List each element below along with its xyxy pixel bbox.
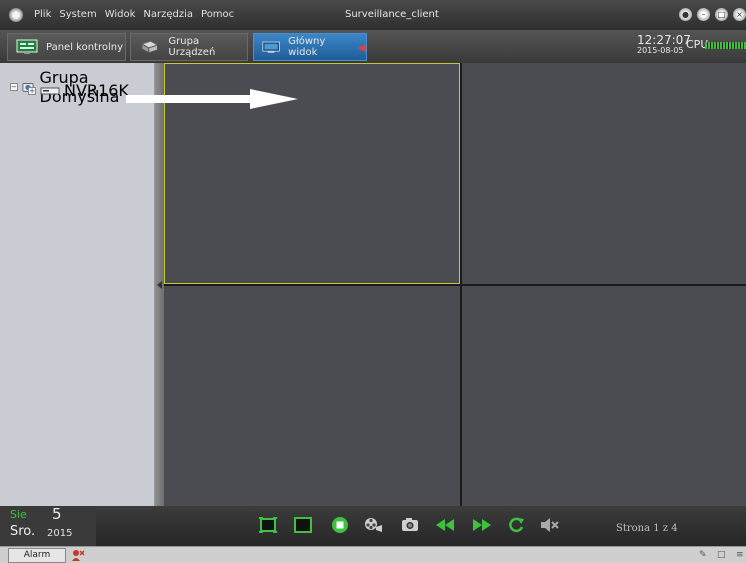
close-tab-icon[interactable]: ◀ [358,41,366,54]
tab-grupa-urzadzen[interactable]: Grupa Urządzeń [130,33,248,61]
record-icon[interactable] [363,515,383,535]
menu-icon[interactable]: ≡ [736,550,744,560]
date-month: Sie [10,508,27,521]
control-panel-icon [16,39,38,54]
clock-time: 12:27:07 [637,33,691,47]
window-controls: ● – □ × [679,8,746,21]
menu-item-widok[interactable]: Widok [105,9,136,20]
tab-label: Panel kontrolny [46,41,124,53]
video-cell-3[interactable] [164,286,460,506]
title-bar: Plik System Widok Narzędzia Pomoc Survei… [0,0,746,30]
date-day: 5 [52,505,62,523]
collapse-icon[interactable]: − [10,83,18,91]
page-indicator: Strona 1 z 4 [616,523,678,534]
expand-icon[interactable]: + [28,86,36,95]
menu-item-plik[interactable]: Plik [34,9,51,20]
close-icon[interactable]: × [733,8,746,21]
mute-icon[interactable] [540,515,560,535]
window-title: Surveillance_client [345,9,439,20]
menu-item-narzedzia[interactable]: Narzędzia [143,9,193,20]
menu-item-system[interactable]: System [59,9,96,20]
previous-page-icon[interactable] [435,515,455,535]
device-group-icon [140,40,159,54]
video-cell-2[interactable] [462,63,746,284]
minimize-icon[interactable]: – [697,8,710,21]
clock-date: 2015-08-05 [637,46,684,55]
video-cell-4[interactable] [462,286,746,506]
alarm-button[interactable]: Alarm [8,548,66,563]
status-bar [0,546,746,563]
app-icon[interactable] [9,8,23,22]
video-grid [164,63,746,506]
nvr-device-icon [40,87,60,94]
refresh-icon[interactable] [506,515,526,535]
tab-label: Główny widok [288,36,326,58]
tab-bar: Panel kontrolny Grupa Urządzeń Główny wi… [0,30,746,63]
pointer-arrow [126,89,298,109]
fullscreen-icon[interactable] [293,515,313,535]
tab-label: Grupa Urządzeń [168,36,216,58]
stop-all-icon[interactable] [330,515,350,535]
window-icon[interactable]: □ [717,550,726,560]
cpu-meter [705,42,746,49]
next-page-icon[interactable] [472,515,492,535]
date-weekday: Sro. [10,524,36,539]
tab-glowny-widok[interactable]: Główny widok ◀ [253,33,367,61]
monitor-icon [262,41,280,53]
tree-node-nvr16k[interactable]: + NVR16K [28,81,129,100]
tab-panel-kontrolny[interactable]: Panel kontrolny [7,33,126,61]
collapse-panel-icon[interactable] [157,281,162,289]
clock: 12:27:07 2015-08-05 [637,34,691,55]
pin-icon[interactable]: ✎ [699,550,707,560]
menu-item-pomoc[interactable]: Pomoc [201,9,234,20]
alarm-icon[interactable] [71,548,85,562]
panel-splitter[interactable] [155,63,164,506]
device-tree-panel: − Grupa Domyślna + NVR16K [0,63,155,506]
menu-bar: Plik System Widok Narzędzia Pomoc [34,9,234,20]
snapshot-icon[interactable] [400,515,420,535]
lock-icon[interactable]: ● [679,8,692,21]
date-year: 2015 [47,528,73,539]
restore-icon[interactable]: □ [715,8,728,21]
tree-node-label: NVR16K [64,81,129,100]
single-view-icon[interactable] [258,515,278,535]
